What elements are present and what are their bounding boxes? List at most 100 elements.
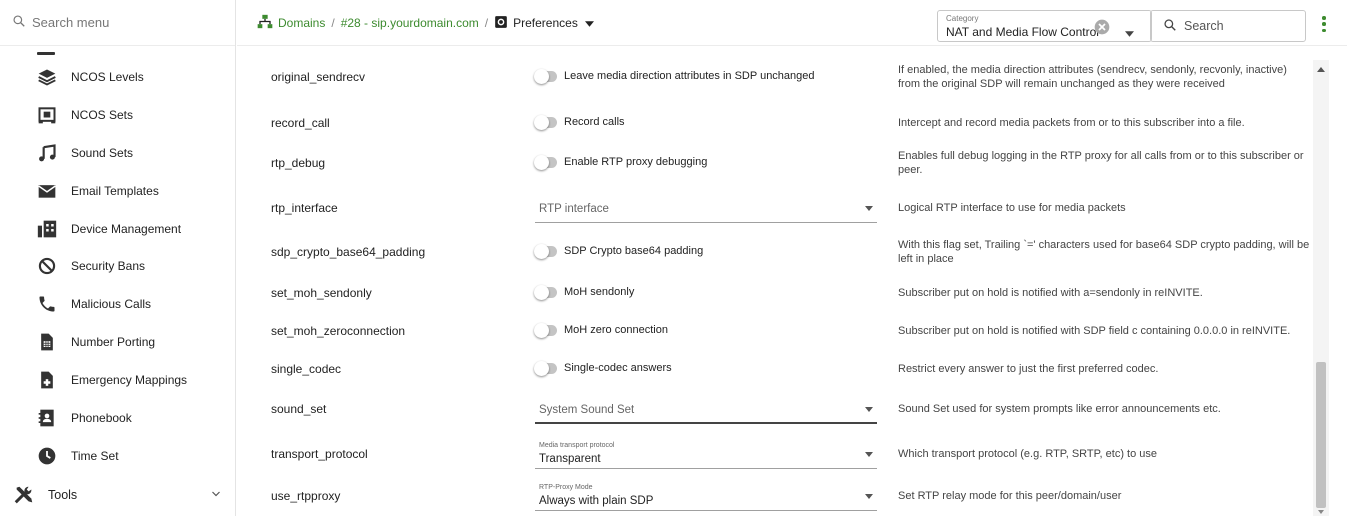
toggle-rtp-debug[interactable]: Enable RTP proxy debugging <box>534 154 708 170</box>
layers-icon <box>37 67 57 87</box>
ncos-sets-icon <box>37 105 57 125</box>
toggle-track <box>534 68 557 84</box>
sidebar-item-label: Security Bans <box>71 259 146 274</box>
sidebar-item-ncos-levels[interactable]: NCOS Levels <box>0 58 235 96</box>
preferences-dropdown-icon[interactable] <box>584 16 599 30</box>
clear-icon[interactable] <box>1094 19 1110 40</box>
caret-down-icon <box>865 452 873 457</box>
more-menu-icon[interactable] <box>1315 14 1333 34</box>
preference-name: transport_protocol <box>271 447 368 461</box>
tools-label: Tools <box>48 488 78 502</box>
toggle-track <box>534 322 557 338</box>
breadcrumb-separator: / <box>331 16 335 30</box>
table-row: rtp_interface RTP interface Logical RTP … <box>237 189 1313 227</box>
sidebar-item-ncos-sets[interactable]: NCOS Sets <box>0 96 235 134</box>
sidebar-item-security-bans[interactable]: Security Bans <box>0 247 235 285</box>
breadcrumb-preferences[interactable]: Preferences <box>513 16 578 30</box>
menu-search-placeholder: Search menu <box>32 15 110 30</box>
preference-description: Set RTP relay mode for this peer/domain/… <box>898 490 1122 502</box>
preference-name: sdp_crypto_base64_padding <box>271 245 426 259</box>
sound-set-select[interactable]: System Sound Set <box>535 394 877 424</box>
preferences-table: original_sendrecv Leave media direction … <box>237 47 1313 516</box>
music-note-icon <box>37 143 57 163</box>
preferences-icon <box>494 15 513 32</box>
caret-down-icon[interactable] <box>1125 24 1134 42</box>
tools-icon <box>12 484 36 506</box>
sidebar-item-device-management[interactable]: Device Management <box>0 210 235 248</box>
preference-name: set_moh_sendonly <box>271 286 372 300</box>
sidebar-item-label: NCOS Levels <box>71 69 144 84</box>
device-management-icon <box>37 219 57 239</box>
toggle-label: Enable RTP proxy debugging <box>564 156 708 168</box>
sidebar-item-phonebook[interactable]: Phonebook <box>0 399 235 437</box>
sidebar-item-label: Sound Sets <box>71 145 134 160</box>
toggle-single-codec[interactable]: Single-codec answers <box>534 360 672 376</box>
ban-icon <box>37 256 57 276</box>
rtpproxy-mode-select[interactable]: RTP-Proxy Mode Always with plain SDP <box>535 481 877 511</box>
preference-name: rtp_interface <box>271 201 338 215</box>
toggle-record-call[interactable]: Record calls <box>534 114 625 130</box>
preference-description: With this flag set, Trailing `=' charact… <box>898 239 1310 265</box>
toggle-label: MoH zero connection <box>564 324 668 336</box>
sidebar-item-label: Number Porting <box>71 335 156 350</box>
table-row: transport_protocol Media transport proto… <box>237 435 1313 473</box>
table-row: single_codec Single-codec answers Restri… <box>237 350 1313 388</box>
breadcrumb-domain-link[interactable]: #28 - sip.yourdomain.com <box>341 16 479 30</box>
category-select-label: Category <box>946 14 979 23</box>
scroll-up-arrow-icon[interactable] <box>1317 67 1325 72</box>
preference-name: record_call <box>271 116 330 130</box>
search-icon <box>1163 18 1184 35</box>
select-field-label: RTP-Proxy Mode <box>539 484 593 491</box>
toggle-track <box>534 243 557 259</box>
scrolled-item-icon <box>37 52 55 55</box>
sidebar-item-label: Time Set <box>71 448 119 463</box>
sidebar-item-emergency-mappings[interactable]: Emergency Mappings <box>0 361 235 399</box>
toggle-set-moh-zeroconnection[interactable]: MoH zero connection <box>534 322 668 338</box>
sidebar-menu: NCOS Levels NCOS Sets Sound Sets Email T… <box>0 58 235 475</box>
menu-search-input[interactable]: Search menu <box>0 0 235 46</box>
top-bar: Domains / #28 - sip.yourdomain.com / Pre… <box>237 0 1347 46</box>
preference-description: Enables full debug logging in the RTP pr… <box>898 150 1304 176</box>
sidebar-item-number-porting[interactable]: Number Porting <box>0 323 235 361</box>
select-value: Always with plain SDP <box>539 495 654 507</box>
phone-icon <box>37 294 57 314</box>
envelope-icon <box>37 181 57 201</box>
toggle-track <box>534 114 557 130</box>
toggle-sdp-crypto-base64-padding[interactable]: SDP Crypto base64 padding <box>534 243 704 259</box>
search-icon <box>12 14 32 31</box>
content-scrollbar[interactable] <box>1313 60 1329 516</box>
breadcrumb-domains-link[interactable]: Domains <box>278 16 325 30</box>
sidebar-item-malicious-calls[interactable]: Malicious Calls <box>0 285 235 323</box>
sidebar-item-time-set[interactable]: Time Set <box>0 437 235 475</box>
sidebar: Search menu NCOS Levels NCOS Sets Sound … <box>0 0 236 516</box>
transport-protocol-select[interactable]: Media transport protocol Transparent <box>535 439 877 469</box>
scroll-down-arrow-icon[interactable] <box>1318 510 1324 514</box>
select-placeholder: RTP interface <box>539 203 609 215</box>
preference-description: Intercept and record media packets from … <box>898 117 1245 129</box>
sidebar-item-email-templates[interactable]: Email Templates <box>0 172 235 210</box>
table-row: set_moh_zeroconnection MoH zero connecti… <box>237 312 1313 350</box>
search-placeholder: Search <box>1184 19 1224 33</box>
select-placeholder: System Sound Set <box>539 404 635 416</box>
sidebar-item-sound-sets[interactable]: Sound Sets <box>0 134 235 172</box>
table-row: rtp_debug Enable RTP proxy debugging Ena… <box>237 144 1313 182</box>
category-select[interactable]: Category NAT and Media Flow Control <box>937 10 1152 42</box>
preference-name: original_sendrecv <box>271 70 366 84</box>
scrollbar-thumb[interactable] <box>1316 362 1326 508</box>
toggle-label: MoH sendonly <box>564 286 635 298</box>
preference-description: Which transport protocol (e.g. RTP, SRTP… <box>898 448 1158 460</box>
toggle-label: SDP Crypto base64 padding <box>564 245 704 257</box>
preference-name: sound_set <box>271 402 327 416</box>
caret-down-icon <box>865 206 873 211</box>
table-row: sound_set System Sound Set Sound Set use… <box>237 390 1313 428</box>
toggle-set-moh-sendonly[interactable]: MoH sendonly <box>534 284 635 300</box>
sidebar-item-tools[interactable]: Tools <box>0 476 235 514</box>
toggle-original-sendrecv[interactable]: Leave media direction attributes in SDP … <box>534 68 815 84</box>
table-row: sdp_crypto_base64_padding SDP Crypto bas… <box>237 233 1313 271</box>
category-select-value: NAT and Media Flow Control <box>946 25 1099 39</box>
rtp-interface-select[interactable]: RTP interface <box>535 193 877 223</box>
toggle-track <box>534 154 557 170</box>
search-input[interactable]: Search <box>1150 10 1306 42</box>
toggle-track <box>534 284 557 300</box>
sim-card-icon <box>37 332 57 352</box>
